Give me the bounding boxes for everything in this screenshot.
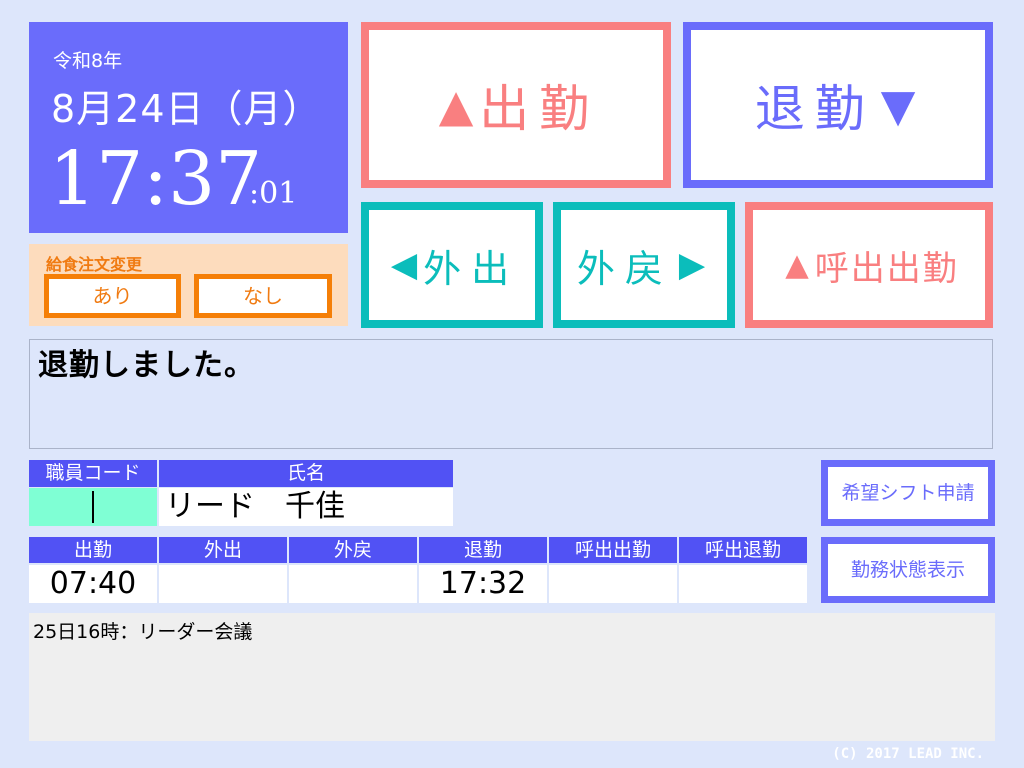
status-message-box: 退勤しました。 bbox=[29, 339, 993, 449]
call-in-button[interactable]: ▲ 呼出出勤 bbox=[745, 202, 993, 328]
clock-in-button[interactable]: ▲ 出勤 bbox=[361, 22, 671, 188]
go-out-label: 外出 bbox=[423, 246, 520, 291]
staff-name-header: 氏名 bbox=[159, 460, 453, 487]
time-header-return: 外戻 bbox=[289, 537, 417, 563]
time-value-call-out bbox=[679, 565, 807, 603]
meal-order-panel: 給食注文変更 あり なし bbox=[29, 244, 348, 326]
triangle-left-icon: ◀ bbox=[390, 245, 418, 285]
shift-request-button[interactable]: 希望シフト申請 bbox=[821, 460, 995, 526]
meal-no-button[interactable]: なし bbox=[194, 274, 332, 318]
time-value-clock-in: 07:40 bbox=[29, 565, 157, 603]
triangle-up-icon: ▲ bbox=[438, 78, 474, 132]
return-button[interactable]: 外戻 ▶ bbox=[553, 202, 735, 328]
staff-name: リード 千佳 bbox=[159, 488, 453, 526]
status-message: 退勤しました。 bbox=[38, 348, 255, 383]
time-header-go-out: 外出 bbox=[159, 537, 287, 563]
current-date: 8月24日（月） bbox=[51, 87, 322, 131]
triangle-down-icon: ▼ bbox=[880, 78, 916, 132]
time-header-clock-out: 退勤 bbox=[419, 537, 547, 563]
triangle-right-icon: ▶ bbox=[678, 245, 706, 285]
current-seconds: :01 bbox=[249, 176, 298, 211]
clock-out-label: 退勤 bbox=[754, 80, 875, 138]
go-out-button[interactable]: ◀ 外出 bbox=[361, 202, 543, 328]
notice-board: 25日16時：リーダー会議 bbox=[29, 613, 995, 741]
era-year: 令和8年 bbox=[53, 50, 123, 72]
return-label: 外戻 bbox=[576, 246, 673, 291]
time-value-return bbox=[289, 565, 417, 603]
clock-in-label: 出勤 bbox=[479, 80, 600, 138]
work-status-button[interactable]: 勤務状態表示 bbox=[821, 537, 995, 603]
meal-yes-button[interactable]: あり bbox=[44, 274, 181, 318]
text-caret bbox=[92, 491, 94, 523]
time-value-go-out bbox=[159, 565, 287, 603]
notice-text: 25日16時：リーダー会議 bbox=[33, 621, 253, 643]
call-in-label: 呼出出勤 bbox=[814, 248, 959, 289]
clock-panel: 令和8年 8月24日（月） 17:37 :01 bbox=[29, 22, 348, 233]
time-header-call-out: 呼出退勤 bbox=[679, 537, 807, 563]
clock-out-button[interactable]: 退勤 ▼ bbox=[683, 22, 993, 188]
meal-yes-label: あり bbox=[49, 279, 176, 313]
meal-no-label: なし bbox=[199, 279, 327, 313]
time-value-clock-out: 17:32 bbox=[419, 565, 547, 603]
meal-order-title: 給食注文変更 bbox=[46, 255, 143, 274]
time-header-call-in: 呼出出勤 bbox=[549, 537, 677, 563]
triangle-up-icon: ▲ bbox=[785, 247, 809, 283]
copyright: (C) 2017 LEAD INC. bbox=[832, 746, 984, 762]
staff-code-header: 職員コード bbox=[29, 460, 157, 487]
current-time: 17:37 bbox=[49, 136, 263, 222]
time-header-clock-in: 出勤 bbox=[29, 537, 157, 563]
time-value-call-in bbox=[549, 565, 677, 603]
